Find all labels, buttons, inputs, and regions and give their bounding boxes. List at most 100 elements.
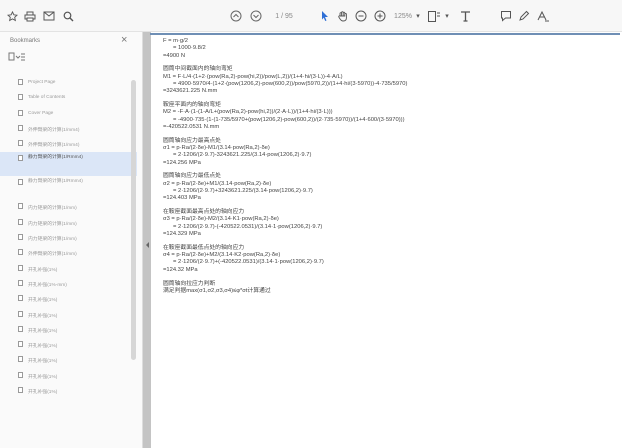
- bookmark-item[interactable]: 开孔补强(1%): [0, 308, 137, 323]
- mail-icon[interactable]: [42, 6, 56, 26]
- bookmark-item[interactable]: 开孔补强(1%): [0, 262, 137, 277]
- bookmark-list: Project Page Table of Contents Cover Pag…: [0, 76, 137, 399]
- bookmark-item[interactable]: 开孔补强(1%): [0, 353, 137, 368]
- bookmark-item[interactable]: 内力矩梁的计算(1/mm): [0, 200, 137, 215]
- bookmark-icon: [18, 179, 23, 186]
- text-block: 圆筒轴向应力最低点处 σ2 = p·Ra/(2·δe)+M1/(3.14·pow…: [163, 173, 622, 202]
- text-line: σ1 = p·Ra/(2·δe)-M1/(3.14·pow(Ra,2)·δe): [163, 145, 270, 152]
- text-line: =124.32 MPa: [163, 266, 198, 273]
- text-block: 在鞍座截面最低点处的轴向应力 σ4 = p·Ra/(2·δe)+M2/(3.14…: [163, 245, 622, 274]
- section-heading: 圆筒轴向应力最低点处: [163, 173, 221, 180]
- section-heading: 鞍座平面内的轴向弯矩: [163, 102, 221, 109]
- toolbar: 1 / 95 125% ▾ ▾: [0, 0, 622, 32]
- text-block: 圆筒轴向拉应力判断 满足判据max(σ1,σ2,σ3,σ4)≤φ*σt计算通过: [163, 281, 622, 296]
- bookmark-icon: [18, 79, 23, 85]
- section-heading: 在鞍座截面最高点处的轴向应力: [163, 209, 245, 216]
- text-block: 圆筒中间截面内的轴向弯矩 M1 = F·L/4·(1+2·(pow(Ra,2)-…: [163, 66, 622, 95]
- zoom-out-icon[interactable]: [354, 6, 368, 26]
- text-block: F = m·g/2 = 1000·9.8/2 =4900 N: [163, 38, 622, 60]
- zoom-dropdown-icon[interactable]: ▾: [414, 6, 422, 26]
- document-page: F = m·g/2 = 1000·9.8/2 =4900 N 圆筒中间截面内的轴…: [163, 38, 622, 302]
- bookmark-icon: [18, 155, 23, 162]
- bookmark-icon: [18, 387, 23, 394]
- bookmark-item[interactable]: 内力矩梁的计算(1/mm): [0, 231, 137, 246]
- fit-page-icon[interactable]: [426, 6, 442, 26]
- text-line: = -4900·735·(1-(1-735/5970+(pow(1206,2)-…: [173, 116, 405, 123]
- section-heading: 圆筒轴向拉应力判断: [163, 280, 216, 287]
- bookmark-icon: [18, 124, 23, 131]
- text-line: = 1000·9.8/2: [173, 45, 206, 52]
- bookmark-icon: [18, 218, 23, 225]
- section-heading: 在鞍座截面最低点处的轴向应力: [163, 244, 245, 251]
- text-line: 满足判据max(σ1,σ2,σ3,σ4)≤φ*σt计算通过: [163, 287, 271, 294]
- text-line: =4900 N: [163, 52, 186, 59]
- bookmark-item[interactable]: Project Page: [0, 76, 137, 91]
- bookmark-options-icon[interactable]: [8, 52, 26, 64]
- bookmark-item[interactable]: 静力臂梁的计算(1/Rmm4): [0, 176, 137, 200]
- bookmark-icon: [18, 140, 23, 147]
- text-line: =124.256 MPa: [163, 159, 201, 166]
- bookmark-icon: [18, 203, 23, 210]
- comment-icon[interactable]: [499, 6, 513, 26]
- bookmark-item[interactable]: 开孔补强(1%): [0, 369, 137, 384]
- text-line: = 2·1206/(2·9.7)+(-420522.0531)/(3.14·1·…: [173, 259, 324, 266]
- bookmark-icon: [18, 94, 23, 101]
- page-up-icon[interactable]: [229, 6, 243, 26]
- text-line: F = m·g/2: [163, 38, 188, 44]
- text-line: =124.329 MPa: [163, 231, 201, 238]
- bookmark-icon: [18, 371, 23, 378]
- zoom-in-icon[interactable]: [373, 6, 387, 26]
- bookmark-icon: [18, 109, 23, 116]
- sidebar-scrollbar[interactable]: [131, 80, 136, 360]
- text-block: 在鞍座截面最高点处的轴向应力 σ3 = p·Ra/(2·δe)-M2/(3.14…: [163, 209, 622, 238]
- panel-splitter[interactable]: [143, 32, 151, 448]
- highlight-icon[interactable]: [535, 6, 551, 26]
- hand-icon[interactable]: [336, 6, 350, 26]
- print-icon[interactable]: [23, 6, 37, 26]
- bookmark-icon: [18, 264, 23, 271]
- search-icon[interactable]: [61, 6, 75, 26]
- bookmark-item-selected[interactable]: 静力臂梁的计算(1/Rmm4): [0, 152, 137, 177]
- bookmark-item[interactable]: 开孔补强(1%-mm): [0, 277, 137, 292]
- panel-title: Bookmarks: [10, 38, 41, 44]
- bookmark-icon: [18, 341, 23, 348]
- text-cursor-icon[interactable]: [457, 6, 473, 26]
- text-line: σ2 = p·Ra/(2·δe)+M1/(3.14·pow(Ra,2)·δe): [163, 180, 272, 187]
- pen-icon[interactable]: [517, 6, 531, 26]
- collapse-panel-icon[interactable]: [146, 242, 149, 248]
- page-top-border: [150, 33, 620, 35]
- section-heading: 圆筒轴向应力最高点处: [163, 137, 221, 144]
- bookmark-item[interactable]: 外伸臂梁的计算(1/mm4): [0, 122, 137, 137]
- star-icon[interactable]: [5, 6, 19, 26]
- bookmark-item[interactable]: 开孔补强(1%): [0, 292, 137, 307]
- text-line: =-420522.0531 N.mm: [163, 123, 220, 130]
- page-indicator[interactable]: 1 / 95: [269, 6, 299, 26]
- text-line: σ3 = p·Ra/(2·δe)-M2/(3.14·K1·pow(Ra,2)·δ…: [163, 216, 279, 223]
- close-icon[interactable]: ×: [121, 34, 127, 46]
- bookmark-icon: [18, 310, 23, 317]
- text-line: = 4900·5970/4·(1+2·(pow(1206,2)-pow(600,…: [173, 80, 408, 87]
- view-dropdown-icon[interactable]: ▾: [443, 6, 451, 26]
- bookmark-item[interactable]: Cover Page: [0, 107, 137, 122]
- bookmark-item[interactable]: 开孔补强(1%): [0, 384, 137, 399]
- bookmark-item[interactable]: 内力矩梁的计算(1/mm): [0, 216, 137, 231]
- bookmark-item[interactable]: Table of Contents: [0, 91, 137, 106]
- bookmark-icon: [18, 279, 23, 286]
- bookmark-item[interactable]: 外伸臂梁的计算(1/mm4): [0, 137, 137, 152]
- bookmark-icon: [18, 295, 23, 302]
- bookmark-item[interactable]: 开孔补强(1%): [0, 338, 137, 353]
- bookmark-icon: [18, 325, 23, 332]
- bookmark-item[interactable]: 外伸臂梁的计算(1/mm): [0, 246, 137, 261]
- bookmark-item[interactable]: 开孔补强(1%): [0, 323, 137, 338]
- text-line: =124.403 MPa: [163, 195, 201, 202]
- page-down-icon[interactable]: [249, 6, 263, 26]
- cursor-icon[interactable]: [318, 6, 332, 26]
- text-line: = 2·1206/(2·9.7)-3243621.225/(3.14·pow(1…: [173, 152, 312, 159]
- bookmarks-panel: Bookmarks × Project Page Table of Conten…: [0, 32, 143, 448]
- text-line: =3243621.225 N.mm: [163, 88, 218, 95]
- text-line: M1 = F·L/4·(1+2·(pow(Ra,2)-pow(hi,2))/po…: [163, 73, 343, 80]
- zoom-level[interactable]: 125%: [391, 6, 415, 26]
- bookmark-icon: [18, 356, 23, 363]
- text-line: M2 = -F·A·(1-(1-A/L+(pow(Ra,2)-pow(hi,2)…: [163, 109, 333, 116]
- text-block: 圆筒轴向应力最高点处 σ1 = p·Ra/(2·δe)-M1/(3.14·pow…: [163, 138, 622, 167]
